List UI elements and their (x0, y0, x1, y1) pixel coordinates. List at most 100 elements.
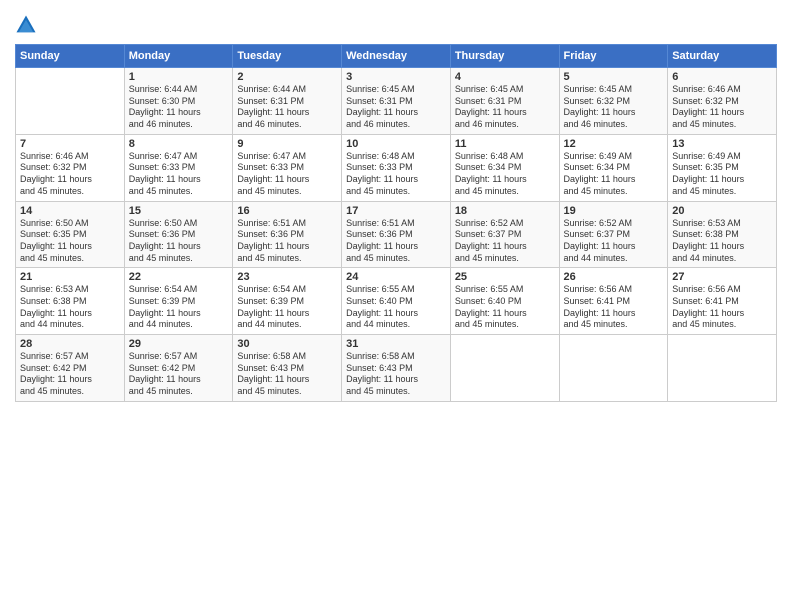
day-cell (450, 335, 559, 402)
day-cell (16, 68, 125, 135)
day-number: 17 (346, 205, 446, 217)
day-number: 24 (346, 271, 446, 283)
day-cell: 28Sunrise: 6:57 AM Sunset: 6:42 PM Dayli… (16, 335, 125, 402)
day-cell: 11Sunrise: 6:48 AM Sunset: 6:34 PM Dayli… (450, 134, 559, 201)
day-cell: 16Sunrise: 6:51 AM Sunset: 6:36 PM Dayli… (233, 201, 342, 268)
week-row-5: 28Sunrise: 6:57 AM Sunset: 6:42 PM Dayli… (16, 335, 777, 402)
day-info: Sunrise: 6:49 AM Sunset: 6:35 PM Dayligh… (672, 151, 772, 198)
weekday-header-friday: Friday (559, 45, 668, 68)
calendar-table: SundayMondayTuesdayWednesdayThursdayFrid… (15, 44, 777, 402)
day-info: Sunrise: 6:54 AM Sunset: 6:39 PM Dayligh… (129, 284, 229, 331)
day-info: Sunrise: 6:58 AM Sunset: 6:43 PM Dayligh… (346, 351, 446, 398)
day-number: 20 (672, 205, 772, 217)
day-cell: 27Sunrise: 6:56 AM Sunset: 6:41 PM Dayli… (668, 268, 777, 335)
day-info: Sunrise: 6:44 AM Sunset: 6:30 PM Dayligh… (129, 84, 229, 131)
day-info: Sunrise: 6:51 AM Sunset: 6:36 PM Dayligh… (346, 218, 446, 265)
day-cell: 22Sunrise: 6:54 AM Sunset: 6:39 PM Dayli… (124, 268, 233, 335)
day-info: Sunrise: 6:54 AM Sunset: 6:39 PM Dayligh… (237, 284, 337, 331)
day-number: 29 (129, 338, 229, 350)
day-number: 13 (672, 138, 772, 150)
day-number: 6 (672, 71, 772, 83)
logo (15, 14, 41, 36)
header-row (15, 10, 777, 36)
day-number: 28 (20, 338, 120, 350)
day-info: Sunrise: 6:55 AM Sunset: 6:40 PM Dayligh… (455, 284, 555, 331)
day-info: Sunrise: 6:45 AM Sunset: 6:31 PM Dayligh… (346, 84, 446, 131)
week-row-2: 7Sunrise: 6:46 AM Sunset: 6:32 PM Daylig… (16, 134, 777, 201)
day-cell: 14Sunrise: 6:50 AM Sunset: 6:35 PM Dayli… (16, 201, 125, 268)
day-cell: 8Sunrise: 6:47 AM Sunset: 6:33 PM Daylig… (124, 134, 233, 201)
day-cell: 18Sunrise: 6:52 AM Sunset: 6:37 PM Dayli… (450, 201, 559, 268)
day-cell: 2Sunrise: 6:44 AM Sunset: 6:31 PM Daylig… (233, 68, 342, 135)
day-info: Sunrise: 6:45 AM Sunset: 6:32 PM Dayligh… (564, 84, 664, 131)
day-info: Sunrise: 6:53 AM Sunset: 6:38 PM Dayligh… (20, 284, 120, 331)
day-number: 18 (455, 205, 555, 217)
day-number: 25 (455, 271, 555, 283)
day-info: Sunrise: 6:44 AM Sunset: 6:31 PM Dayligh… (237, 84, 337, 131)
day-number: 21 (20, 271, 120, 283)
day-number: 9 (237, 138, 337, 150)
day-cell: 23Sunrise: 6:54 AM Sunset: 6:39 PM Dayli… (233, 268, 342, 335)
day-cell: 5Sunrise: 6:45 AM Sunset: 6:32 PM Daylig… (559, 68, 668, 135)
day-number: 19 (564, 205, 664, 217)
day-info: Sunrise: 6:49 AM Sunset: 6:34 PM Dayligh… (564, 151, 664, 198)
day-number: 30 (237, 338, 337, 350)
day-number: 11 (455, 138, 555, 150)
day-number: 10 (346, 138, 446, 150)
day-info: Sunrise: 6:45 AM Sunset: 6:31 PM Dayligh… (455, 84, 555, 131)
day-info: Sunrise: 6:50 AM Sunset: 6:36 PM Dayligh… (129, 218, 229, 265)
day-info: Sunrise: 6:48 AM Sunset: 6:33 PM Dayligh… (346, 151, 446, 198)
weekday-header-thursday: Thursday (450, 45, 559, 68)
day-number: 1 (129, 71, 229, 83)
day-number: 26 (564, 271, 664, 283)
day-number: 12 (564, 138, 664, 150)
weekday-header-monday: Monday (124, 45, 233, 68)
day-info: Sunrise: 6:52 AM Sunset: 6:37 PM Dayligh… (564, 218, 664, 265)
day-info: Sunrise: 6:50 AM Sunset: 6:35 PM Dayligh… (20, 218, 120, 265)
weekday-header-wednesday: Wednesday (342, 45, 451, 68)
day-cell: 7Sunrise: 6:46 AM Sunset: 6:32 PM Daylig… (16, 134, 125, 201)
week-row-4: 21Sunrise: 6:53 AM Sunset: 6:38 PM Dayli… (16, 268, 777, 335)
day-number: 4 (455, 71, 555, 83)
day-cell: 12Sunrise: 6:49 AM Sunset: 6:34 PM Dayli… (559, 134, 668, 201)
day-info: Sunrise: 6:47 AM Sunset: 6:33 PM Dayligh… (129, 151, 229, 198)
day-cell: 20Sunrise: 6:53 AM Sunset: 6:38 PM Dayli… (668, 201, 777, 268)
weekday-header-sunday: Sunday (16, 45, 125, 68)
calendar-container: SundayMondayTuesdayWednesdayThursdayFrid… (0, 0, 792, 412)
day-number: 23 (237, 271, 337, 283)
day-number: 27 (672, 271, 772, 283)
day-cell (668, 335, 777, 402)
day-cell: 21Sunrise: 6:53 AM Sunset: 6:38 PM Dayli… (16, 268, 125, 335)
day-info: Sunrise: 6:51 AM Sunset: 6:36 PM Dayligh… (237, 218, 337, 265)
day-number: 22 (129, 271, 229, 283)
day-cell: 4Sunrise: 6:45 AM Sunset: 6:31 PM Daylig… (450, 68, 559, 135)
day-info: Sunrise: 6:46 AM Sunset: 6:32 PM Dayligh… (20, 151, 120, 198)
day-cell: 29Sunrise: 6:57 AM Sunset: 6:42 PM Dayli… (124, 335, 233, 402)
day-number: 7 (20, 138, 120, 150)
day-cell: 1Sunrise: 6:44 AM Sunset: 6:30 PM Daylig… (124, 68, 233, 135)
day-cell: 9Sunrise: 6:47 AM Sunset: 6:33 PM Daylig… (233, 134, 342, 201)
day-number: 5 (564, 71, 664, 83)
day-number: 16 (237, 205, 337, 217)
weekday-header-tuesday: Tuesday (233, 45, 342, 68)
weekday-header-row: SundayMondayTuesdayWednesdayThursdayFrid… (16, 45, 777, 68)
day-number: 2 (237, 71, 337, 83)
day-cell: 13Sunrise: 6:49 AM Sunset: 6:35 PM Dayli… (668, 134, 777, 201)
day-info: Sunrise: 6:52 AM Sunset: 6:37 PM Dayligh… (455, 218, 555, 265)
day-cell: 10Sunrise: 6:48 AM Sunset: 6:33 PM Dayli… (342, 134, 451, 201)
day-info: Sunrise: 6:53 AM Sunset: 6:38 PM Dayligh… (672, 218, 772, 265)
day-cell: 17Sunrise: 6:51 AM Sunset: 6:36 PM Dayli… (342, 201, 451, 268)
day-info: Sunrise: 6:56 AM Sunset: 6:41 PM Dayligh… (564, 284, 664, 331)
day-cell: 6Sunrise: 6:46 AM Sunset: 6:32 PM Daylig… (668, 68, 777, 135)
day-cell: 3Sunrise: 6:45 AM Sunset: 6:31 PM Daylig… (342, 68, 451, 135)
day-cell: 30Sunrise: 6:58 AM Sunset: 6:43 PM Dayli… (233, 335, 342, 402)
day-number: 15 (129, 205, 229, 217)
day-info: Sunrise: 6:58 AM Sunset: 6:43 PM Dayligh… (237, 351, 337, 398)
week-row-1: 1Sunrise: 6:44 AM Sunset: 6:30 PM Daylig… (16, 68, 777, 135)
day-cell: 24Sunrise: 6:55 AM Sunset: 6:40 PM Dayli… (342, 268, 451, 335)
day-info: Sunrise: 6:47 AM Sunset: 6:33 PM Dayligh… (237, 151, 337, 198)
day-number: 8 (129, 138, 229, 150)
day-number: 14 (20, 205, 120, 217)
day-info: Sunrise: 6:57 AM Sunset: 6:42 PM Dayligh… (20, 351, 120, 398)
day-cell: 26Sunrise: 6:56 AM Sunset: 6:41 PM Dayli… (559, 268, 668, 335)
